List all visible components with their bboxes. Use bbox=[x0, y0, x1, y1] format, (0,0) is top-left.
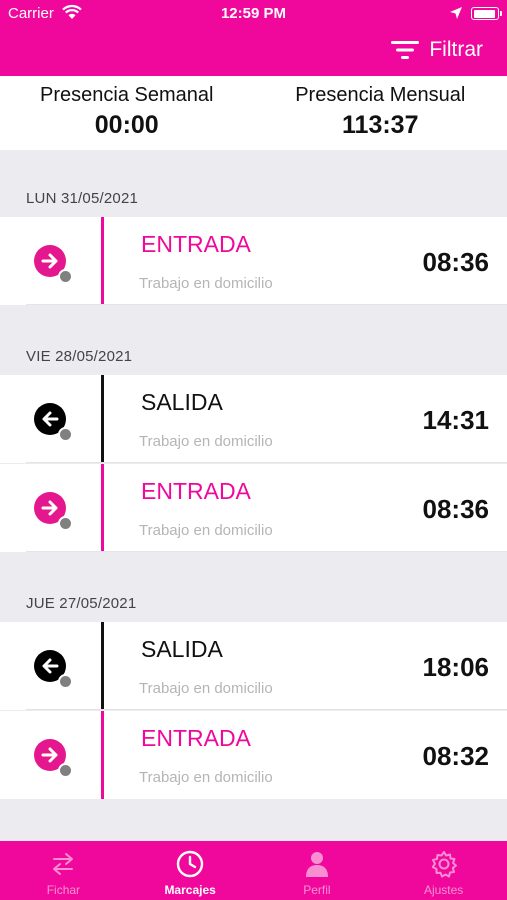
presence-summary: Presencia Semanal 00:00 Presencia Mensua… bbox=[0, 76, 507, 150]
filter-label: Filtrar bbox=[429, 38, 483, 61]
entry-time: 14:31 bbox=[422, 405, 490, 435]
entry-time: 08:36 bbox=[422, 247, 490, 277]
location-dot-icon bbox=[58, 674, 73, 689]
tab-ajustes[interactable]: Ajustes bbox=[380, 841, 507, 900]
location-dot-icon bbox=[58, 427, 73, 442]
divider-line bbox=[101, 375, 104, 463]
entry-place: Trabajo en domicilio bbox=[139, 522, 273, 539]
day-header: JUE 27/05/2021 bbox=[26, 595, 137, 612]
entry-type: ENTRADA bbox=[141, 478, 251, 504]
tab-fichar[interactable]: Fichar bbox=[0, 841, 127, 900]
list-item[interactable]: SALIDA Trabajo en domicilio 18:06 bbox=[0, 622, 507, 710]
battery-icon bbox=[471, 7, 502, 20]
clock-icon bbox=[176, 850, 204, 878]
monthly-presence-value: 113:37 bbox=[342, 111, 419, 139]
entry-type: ENTRADA bbox=[141, 725, 251, 751]
location-dot-icon bbox=[58, 763, 73, 778]
tab-label: Fichar bbox=[46, 883, 81, 897]
tab-label: Perfil bbox=[303, 883, 331, 897]
entry-type: SALIDA bbox=[141, 389, 223, 415]
divider-line bbox=[101, 464, 104, 552]
clock-time: 12:59 PM bbox=[220, 5, 287, 22]
monthly-presence: Presencia Mensual 113:37 bbox=[254, 76, 507, 150]
entry-place: Trabajo en domicilio bbox=[139, 769, 273, 786]
tab-marcajes[interactable]: Marcajes bbox=[127, 841, 254, 900]
gear-icon bbox=[431, 851, 457, 878]
entry-place: Trabajo en domicilio bbox=[139, 433, 273, 450]
location-dot-icon bbox=[58, 516, 73, 531]
entry-type: SALIDA bbox=[141, 636, 223, 662]
swap-arrows-icon bbox=[53, 853, 74, 875]
location-dot-icon bbox=[58, 269, 73, 284]
tab-label: Ajustes bbox=[423, 883, 464, 897]
divider-line bbox=[101, 711, 104, 799]
entry-time: 18:06 bbox=[422, 652, 490, 682]
filter-button[interactable]: Filtrar bbox=[391, 38, 483, 62]
tab-label: Marcajes bbox=[164, 883, 216, 897]
location-arrow-icon bbox=[450, 7, 462, 19]
list-item[interactable]: ENTRADA Trabajo en domicilio 08:32 bbox=[0, 711, 507, 799]
list-item[interactable]: ENTRADA Trabajo en domicilio 08:36 bbox=[0, 464, 507, 552]
filter-icon bbox=[391, 41, 420, 59]
day-header: LUN 31/05/2021 bbox=[26, 190, 139, 207]
list-item[interactable]: SALIDA Trabajo en domicilio 14:31 bbox=[0, 375, 507, 463]
nav-bar: Filtrar bbox=[0, 28, 507, 76]
entry-time: 08:32 bbox=[422, 741, 490, 771]
person-icon bbox=[305, 852, 328, 877]
status-bar: Carrier 12:59 PM bbox=[0, 0, 507, 28]
entry-place: Trabajo en domicilio bbox=[139, 275, 273, 292]
weekly-presence-value: 00:00 bbox=[94, 111, 159, 139]
day-header: VIE 28/05/2021 bbox=[26, 348, 133, 365]
list-item[interactable]: ENTRADA Trabajo en domicilio 08:36 bbox=[0, 217, 507, 305]
monthly-presence-label: Presencia Mensual bbox=[295, 84, 466, 106]
tab-perfil[interactable]: Perfil bbox=[254, 841, 381, 900]
entry-place: Trabajo en domicilio bbox=[139, 680, 273, 697]
entry-time: 08:36 bbox=[422, 494, 490, 524]
divider-line bbox=[101, 217, 104, 305]
tab-bar: Fichar Marcajes Perfil Ajustes bbox=[0, 841, 507, 900]
entry-type: ENTRADA bbox=[141, 231, 251, 257]
weekly-presence-label: Presencia Semanal bbox=[40, 84, 214, 106]
divider-line bbox=[101, 622, 104, 710]
weekly-presence: Presencia Semanal 00:00 bbox=[0, 76, 254, 150]
